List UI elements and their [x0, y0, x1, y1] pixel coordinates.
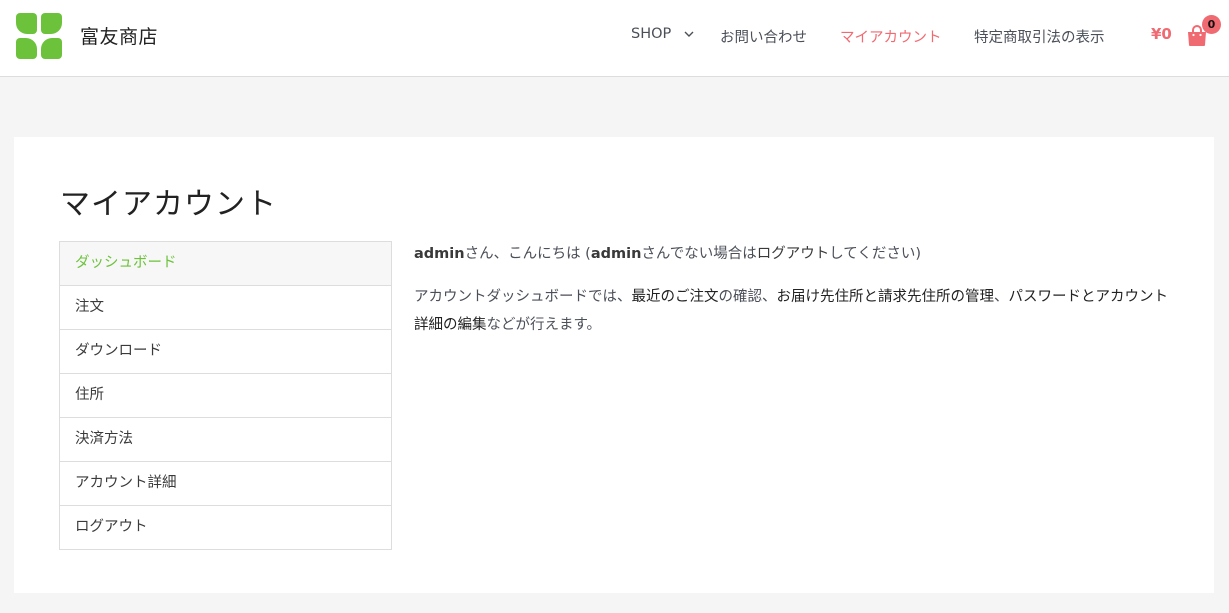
nav-my-account[interactable]: マイアカウント: [840, 26, 942, 47]
description-part: の確認、: [718, 289, 777, 305]
cart-count-badge: 0: [1202, 15, 1221, 34]
greeting-part: さん、こんにちは (: [464, 246, 591, 262]
nav-shop[interactable]: SHOP: [631, 26, 694, 42]
description-part: 、: [994, 289, 1009, 305]
addresses-link[interactable]: お届け先住所と請求先住所の管理: [777, 289, 995, 305]
site-header: 富友商店 SHOP お問い合わせ マイアカウント 特定商取引法の表示 ¥0 0: [0, 0, 1229, 77]
chevron-down-icon: [684, 31, 694, 37]
username: admin: [590, 246, 642, 262]
account-nav-dashboard[interactable]: ダッシュボード: [60, 242, 391, 286]
greeting-part: さんでない場合は: [641, 246, 757, 262]
recent-orders-link[interactable]: 最近のご注文: [632, 289, 719, 305]
description-part: などが行えます。: [486, 317, 602, 333]
description-part: アカウントダッシュボードでは、: [414, 289, 632, 305]
dashboard-description: アカウントダッシュボードでは、最近のご注文の確認、お届け先住所と請求先住所の管理…: [414, 283, 1174, 339]
account-nav-payment-methods[interactable]: 決済方法: [60, 418, 391, 462]
account-nav-addresses[interactable]: 住所: [60, 374, 391, 418]
nav-shop-label: SHOP: [631, 26, 672, 42]
username: admin: [414, 246, 465, 262]
site-logo[interactable]: [16, 13, 63, 59]
greeting-text: adminさん、こんにちは (adminさんでない場合はログアウトしてください): [414, 241, 1174, 267]
page-title: マイアカウント: [60, 187, 277, 222]
account-nav-downloads[interactable]: ダウンロード: [60, 330, 391, 374]
account-nav-logout[interactable]: ログアウト: [60, 506, 391, 550]
account-navigation: ダッシュボード 注文 ダウンロード 住所 決済方法 アカウント詳細 ログアウト: [59, 241, 392, 550]
nav-contact[interactable]: お問い合わせ: [720, 26, 807, 47]
site-title[interactable]: 富友商店: [80, 22, 158, 49]
account-card: マイアカウント ダッシュボード 注文 ダウンロード 住所 決済方法 アカウント詳…: [14, 137, 1214, 593]
logo-leaf: [41, 38, 62, 59]
logout-link[interactable]: ログアウト: [757, 246, 830, 262]
logo-leaf: [16, 38, 37, 59]
logo-leaf: [16, 13, 37, 34]
account-dashboard-content: adminさん、こんにちは (adminさんでない場合はログアウトしてください)…: [414, 241, 1174, 339]
cart-total[interactable]: ¥0: [1151, 25, 1172, 43]
greeting-part: してください): [829, 246, 921, 262]
account-nav-account-details[interactable]: アカウント詳細: [60, 462, 391, 506]
nav-legal-notice[interactable]: 特定商取引法の表示: [974, 26, 1105, 47]
account-nav-orders[interactable]: 注文: [60, 286, 391, 330]
logo-leaf: [41, 13, 62, 34]
